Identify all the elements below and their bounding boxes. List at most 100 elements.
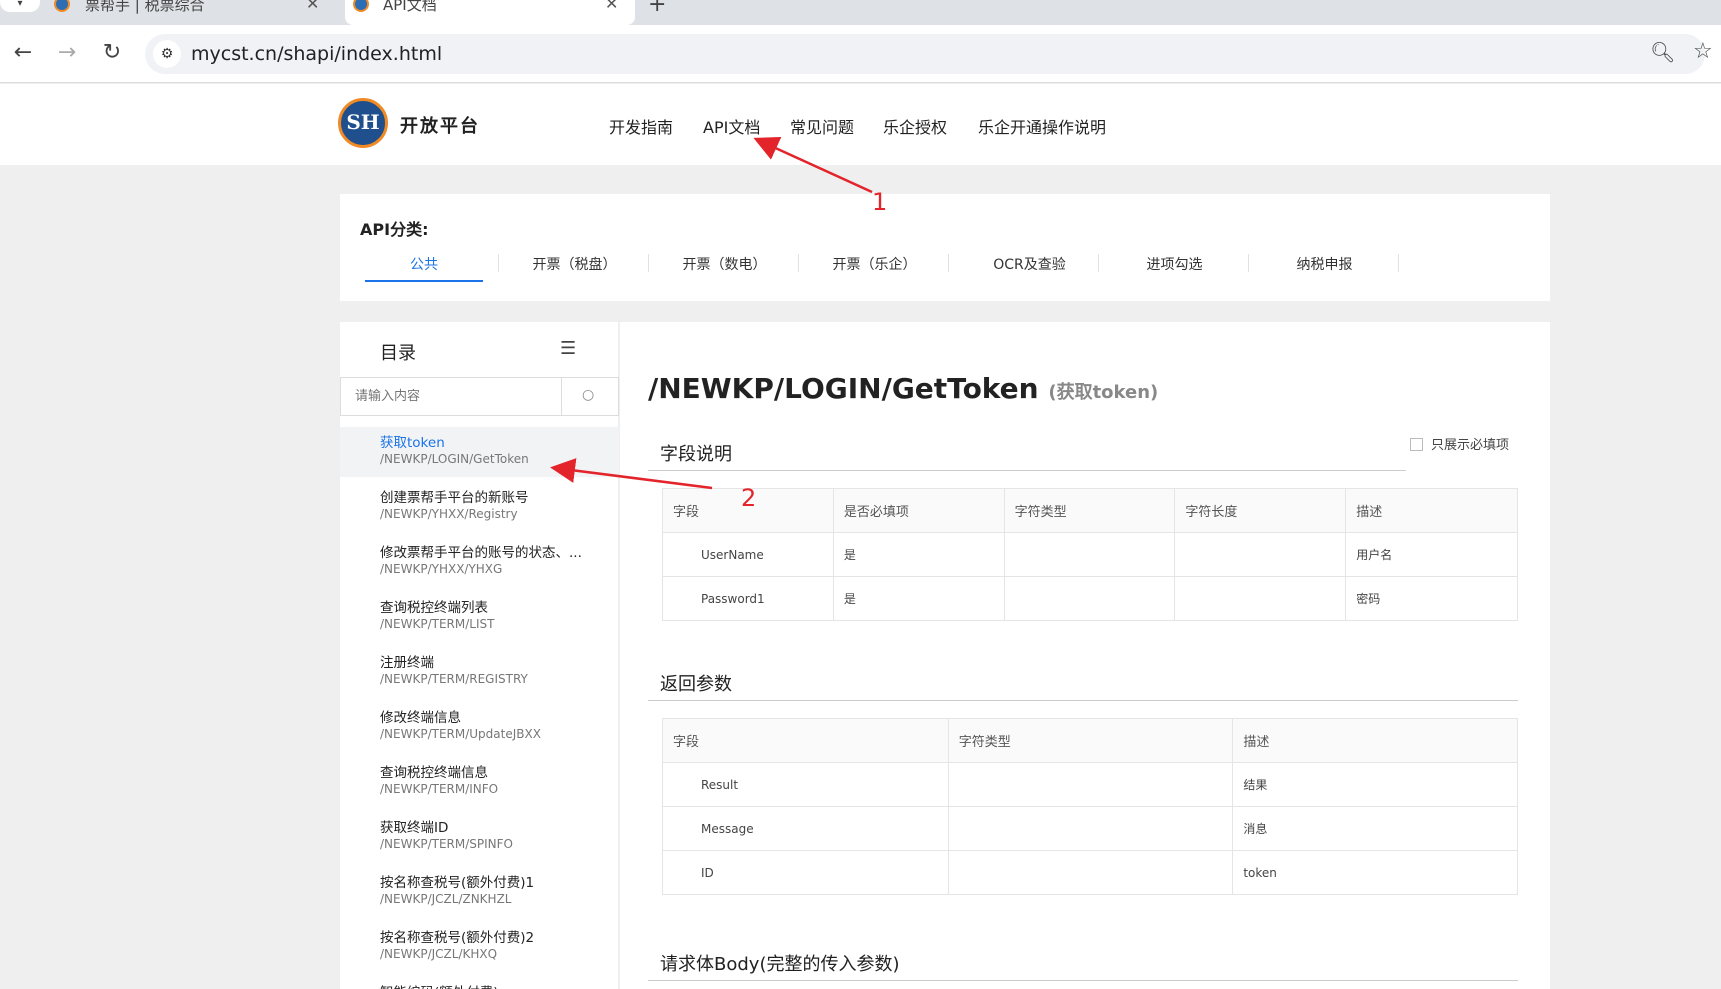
sidebar-item[interactable]: 智能编码(额外付费) — [340, 977, 619, 989]
sidebar-item[interactable]: 注册终端 /NEWKP/TERM/REGISTRY — [340, 647, 619, 697]
sidebar-item[interactable]: 按名称查税号(额外付费)2 /NEWKP/JCZL/KHXQ — [340, 922, 619, 972]
sidebar-item[interactable]: 创建票帮手平台的新账号 /NEWKP/YHXX/Registry — [340, 482, 619, 532]
tab-divider — [948, 254, 949, 272]
browser-tab-active[interactable]: API文档 ✕ — [345, 0, 635, 25]
sidebar-item-path: /NEWKP/LOGIN/GetToken — [380, 452, 529, 466]
api-path: /NEWKP/LOGIN/GetToken — [648, 372, 1039, 405]
table-cell — [1174, 576, 1347, 621]
table-cell: UserName — [662, 532, 834, 577]
sidebar-item[interactable]: 修改票帮手平台的账号的状态、... /NEWKP/YHXX/YHXG — [340, 537, 619, 587]
favicon-icon — [353, 0, 369, 12]
tab-divider — [798, 254, 799, 272]
close-icon[interactable]: ✕ — [306, 0, 319, 13]
browser-tab[interactable]: ▾ 票帮手 | 税票综合 ✕ — [0, 0, 345, 25]
sidebar-item-label: 智能编码(额外付费) — [380, 981, 499, 989]
column-header: 字符类型 — [1003, 488, 1176, 533]
nav-api-docs[interactable]: API文档 — [703, 114, 760, 138]
sidebar-item[interactable]: 修改终端信息 /NEWKP/TERM/UpdateJBXX — [340, 702, 619, 752]
section-divider — [648, 470, 1406, 471]
favicon-icon — [54, 0, 70, 12]
table-row: UserName 是 用户名 — [662, 532, 1518, 577]
column-header: 字符类型 — [947, 718, 1234, 763]
sidebar-item-label: 修改票帮手平台的账号的状态、... — [380, 545, 582, 561]
tab-ocr[interactable]: OCR及查验 — [962, 254, 1097, 282]
sidebar-item[interactable]: 查询税控终端信息 /NEWKP/TERM/INFO — [340, 757, 619, 807]
table-cell: 用户名 — [1345, 532, 1518, 577]
sidebar-item[interactable]: 获取token /NEWKP/LOGIN/GetToken — [340, 427, 619, 477]
sidebar-item-path: /NEWKP/YHXX/Registry — [380, 507, 518, 521]
sidebar-item-label: 获取终端ID — [380, 820, 449, 836]
nav-dev-guide[interactable]: 开发指南 — [609, 114, 673, 138]
site-settings-icon[interactable]: ⚙ — [153, 40, 181, 68]
forward-arrow-icon[interactable]: → — [52, 39, 82, 69]
sidebar-item-label: 注册终端 — [380, 655, 434, 671]
sidebar-item-path: /NEWKP/JCZL/KHXQ — [380, 947, 498, 961]
table-cell: 是 — [832, 576, 1005, 621]
table-cell: Message — [662, 806, 949, 851]
column-header: 字段 — [662, 718, 949, 763]
new-tab-button[interactable]: + — [648, 0, 666, 17]
close-icon[interactable]: ✕ — [605, 0, 618, 13]
tab-invoice-taxdisk[interactable]: 开票（税盘） — [512, 254, 637, 282]
sidebar-item-label: 修改终端信息 — [380, 710, 461, 726]
table-cell: Password1 — [662, 576, 834, 621]
search-box: ○ — [340, 377, 619, 416]
table-cell: 是 — [832, 532, 1005, 577]
tab-divider — [648, 254, 649, 272]
sidebar-item-label: 按名称查税号(额外付费)1 — [380, 875, 535, 891]
reload-icon[interactable]: ↻ — [97, 39, 127, 69]
column-header: 字符长度 — [1174, 488, 1347, 533]
sidebar-item[interactable]: 按名称查税号(额外付费)1 /NEWKP/JCZL/ZNKHZL — [340, 867, 619, 917]
sidebar: 目录 ☰ ○ 获取token /NEWKP/LOGIN/GetToken 创建票… — [340, 322, 619, 989]
checkbox-icon[interactable] — [1410, 438, 1423, 451]
sidebar-item-path: /NEWKP/TERM/UpdateJBXX — [380, 727, 541, 741]
sidebar-item[interactable]: 获取终端ID /NEWKP/TERM/SPINFO — [340, 812, 619, 862]
tab-divider — [1398, 254, 1399, 272]
search-input[interactable] — [341, 378, 562, 415]
table-cell: Result — [662, 762, 949, 807]
tab-invoice-digital[interactable]: 开票（数电） — [662, 254, 787, 282]
browser-tab-strip: ▾ 票帮手 | 税票综合 ✕ API文档 ✕ + — [0, 0, 1721, 25]
zoom-icon[interactable]: 🔍︎ — [1650, 40, 1675, 64]
section-divider — [648, 980, 1518, 981]
tab-title: 票帮手 | 税票综合 — [85, 0, 205, 14]
annotation-number-1: 1 — [872, 188, 888, 216]
sidebar-item-path: /NEWKP/TERM/LIST — [380, 617, 495, 631]
sidebar-item-path: /NEWKP/JCZL/ZNKHZL — [380, 892, 512, 906]
logo[interactable]: SH — [338, 98, 388, 148]
sidebar-item[interactable]: 查询税控终端列表 /NEWKP/TERM/LIST — [340, 592, 619, 642]
nav-leqi-guide[interactable]: 乐企开通操作说明 — [978, 114, 1106, 138]
table-cell — [1174, 532, 1347, 577]
api-title: /NEWKP/LOGIN/GetToken (获取token) — [648, 372, 1158, 405]
bookmark-star-icon[interactable]: ☆ — [1693, 39, 1713, 64]
tab-input-select[interactable]: 进项勾选 — [1112, 254, 1237, 282]
tab-invoice-leqi[interactable]: 开票（乐企） — [812, 254, 937, 282]
url-text[interactable]: mycst.cn/shapi/index.html — [191, 43, 442, 65]
nav-leqi-auth[interactable]: 乐企授权 — [883, 114, 947, 138]
column-header: 描述 — [1345, 488, 1518, 533]
sidebar-item-label: 获取token — [380, 435, 445, 451]
brand-title: 开放平台 — [400, 116, 480, 137]
tab-public[interactable]: 公共 — [365, 254, 483, 282]
required-only-checkbox[interactable]: 只展示必填项 — [1410, 434, 1509, 453]
sidebar-item-path: /NEWKP/TERM/REGISTRY — [380, 672, 528, 686]
table-cell — [1003, 532, 1176, 577]
tab-title: API文档 — [383, 0, 437, 14]
sidebar-title: 目录 — [380, 343, 416, 364]
column-header: 是否必填项 — [832, 488, 1005, 533]
table-cell: token — [1232, 850, 1518, 895]
table-cell — [1003, 576, 1176, 621]
back-arrow-icon[interactable]: ← — [8, 39, 38, 69]
sidebar-item-path: /NEWKP/YHXX/YHXG — [380, 562, 503, 576]
table-cell: 密码 — [1345, 576, 1518, 621]
filter-sliders-icon[interactable]: ☰ — [560, 338, 576, 359]
search-icon[interactable]: ○ — [582, 387, 594, 403]
table-cell — [947, 762, 1234, 807]
fields-section-title: 字段说明 — [660, 444, 732, 465]
nav-faq[interactable]: 常见问题 — [790, 114, 854, 138]
api-category-card: API分类: 公共 开票（税盘） 开票（数电） 开票（乐企） OCR及查验 进项… — [340, 194, 1550, 301]
tab-search-icon[interactable]: ▾ — [0, 0, 40, 12]
tab-tax-declare[interactable]: 纳税申报 — [1262, 254, 1387, 282]
address-bar[interactable]: ⚙ mycst.cn/shapi/index.html 🔍︎ ☆ — [145, 34, 1713, 74]
sidebar-item-path: /NEWKP/TERM/SPINFO — [380, 837, 513, 851]
